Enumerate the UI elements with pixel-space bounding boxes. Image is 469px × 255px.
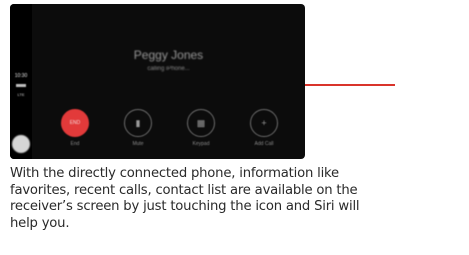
microphone-icon: ▮	[124, 109, 152, 137]
caption-line: With the directly connected phone, infor…	[10, 166, 339, 181]
end-call-label: End	[70, 141, 80, 147]
keypad-label: Keypad	[192, 141, 210, 147]
end-call-icon: END	[61, 109, 89, 137]
mute-button[interactable]: ▮ Mute	[121, 109, 157, 157]
caption-line: favorites, recent calls, contact list ar…	[10, 182, 358, 198]
keypad-icon: ▦	[187, 109, 215, 137]
call-status: calling iPhone...	[147, 66, 190, 72]
signal-icon	[16, 84, 26, 87]
mute-label: Mute	[132, 141, 144, 147]
add-call-label: Add Call	[254, 141, 274, 147]
end-call-button[interactable]: END End	[58, 109, 94, 157]
caption-line: help you.	[10, 215, 70, 231]
caption-text: With the directly connected phone, infor…	[10, 166, 468, 232]
caption-line: receiver’s screen by just touching the i…	[10, 199, 360, 214]
add-call-button[interactable]: + Add Call	[247, 109, 283, 157]
clock-text: 10:30	[14, 73, 28, 79]
home-button[interactable]	[12, 135, 30, 153]
carplay-screen: 10:30 LTE Peggy Jones calling iPhone... …	[10, 4, 305, 159]
callout-line	[305, 84, 395, 86]
network-label: LTE	[17, 92, 25, 97]
keypad-button[interactable]: ▦ Keypad	[184, 109, 220, 157]
caller-name: Peggy Jones	[133, 48, 204, 62]
status-sidebar: 10:30 LTE	[10, 4, 32, 159]
add-call-icon: +	[250, 109, 278, 137]
